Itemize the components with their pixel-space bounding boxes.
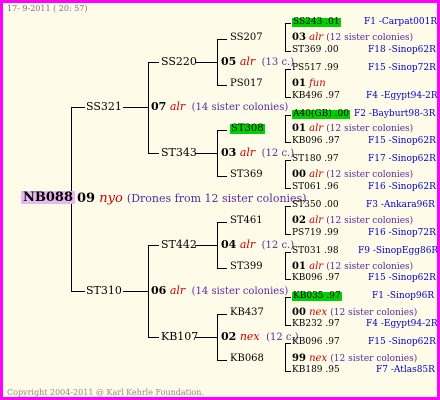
gen4-label: F1 -Carpat001R [364,17,437,27]
gen3-info: 01 alr (12 sister colonies) [292,261,414,272]
gen3-id[interactable]: ST461 [230,216,263,226]
gen4-id[interactable]: ST031 .98 [292,247,339,256]
gen3-info: 00 nex (12 sister colonies) [292,307,418,318]
gen4-id[interactable]: KB035 .97 [292,292,342,301]
gen4-id[interactable]: ST061 .96 [292,183,339,192]
gen3-info: 00 alr (12 sister colonies) [292,169,414,180]
gen2-info: 03 alr (12 c.) [221,146,295,159]
gen4-label: F4 -Egypt94-2R [366,91,437,101]
gen2-id[interactable]: ST343 [161,147,197,158]
gen4-label: F7 -Atlas85R [376,365,435,375]
gen2-id[interactable]: SS220 [161,56,197,67]
gen2-info: 05 alr (13 c.) [221,55,295,68]
gen4-label: F16 -Sinop62R [368,182,436,192]
gen4-id[interactable]: KB232 .97 [292,320,340,329]
gen4-id[interactable]: ST180 .97 [292,155,339,164]
gen2-id[interactable]: KB107 [161,331,198,342]
gen4-id[interactable]: KB096 .97 [292,137,340,146]
gen3-id[interactable]: KB068 [230,354,264,364]
gen4-id[interactable]: PS719 .99 [292,229,339,238]
gen4-id[interactable]: KB189 .95 [292,366,340,375]
gen3-id[interactable]: ST308 [230,124,265,134]
pedigree-diagram: { "header": { "date": "17- 9-2011 ( 20: … [3,3,437,397]
gen4-label: F15 -Sinop62R [368,337,436,347]
gen4-label: F15 -Sinop62R [368,136,436,146]
gen1-top-id[interactable]: SS321 [86,101,122,112]
gen3-id[interactable]: KB437 [230,308,264,318]
gen4-label: F18 -Sinop62R [368,45,436,55]
gen1-bottom-id[interactable]: ST310 [86,285,122,296]
gen4-label: F9 -SinopEgg86R [358,246,437,256]
gen4-id[interactable]: KB096 .97 [292,274,340,283]
root-info: 09 nyo (Drones from 12 sister colonies) [77,191,307,206]
gen4-id[interactable]: SS243 .01 [292,18,341,27]
gen2-info: 02 nex (12 c.) [221,330,299,343]
gen3-info: 01 alr (12 sister colonies) [292,123,414,134]
gen4-id[interactable]: A40(GB) .00 [292,110,350,119]
gen2-info: 04 alr (12 c.) [221,238,295,251]
gen4-label: F15 -Sinop72R [368,63,436,73]
gen4-label: F4 -Egypt94-2R [366,319,437,329]
gen3-id[interactable]: SS207 [230,33,263,43]
gen3-info: 02 alr (12 sister colonies) [292,215,414,226]
gen4-label: F16 -Sinop72R [368,228,436,238]
gen3-id[interactable]: ST369 [230,170,263,180]
gen4-label: F17 -Sinop62R [368,154,436,164]
gen3-info: 01 fun [292,78,326,89]
copyright-text: Copyright 2004-2011 @ Karl Kehrle Founda… [7,388,204,397]
gen4-id[interactable]: KB096 .97 [292,338,340,347]
gen4-id[interactable]: KB496 .97 [292,92,340,101]
gen4-label: F2 -Bayburt98-3R [354,109,436,119]
root-colony-id[interactable]: NB088 [21,191,76,204]
gen3-id[interactable]: PS017 [230,79,263,89]
gen4-id[interactable]: ST350 .00 [292,201,339,210]
gen3-info: 99 nex (12 sister colonies) [292,353,418,364]
gen4-label: F1 -Sinop96R [372,291,435,301]
gen3-id[interactable]: ST399 [230,262,263,272]
date-stamp: 17- 9-2011 ( 20: 57) [7,4,88,13]
gen4-id[interactable]: ST369 .00 [292,46,339,55]
gen1-bottom-info: 06 alr (14 sister colonies) [151,284,289,297]
gen3-info: 03 alr (12 sister colonies) [292,32,414,43]
gen2-id[interactable]: ST442 [161,239,197,250]
gen1-top-info: 07 alr (14 sister colonies) [151,100,289,113]
gen4-label: F15 -Sinop62R [368,273,436,283]
gen4-id[interactable]: PS517 .99 [292,64,339,73]
gen4-label: F3 -Ankara96R [366,200,435,210]
